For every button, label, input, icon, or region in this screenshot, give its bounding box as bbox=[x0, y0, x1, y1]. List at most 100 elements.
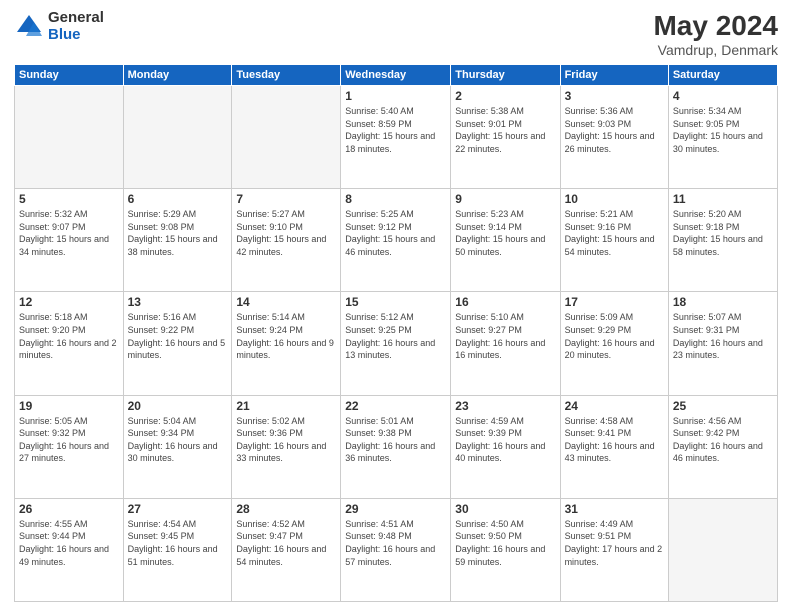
day-number: 29 bbox=[345, 502, 446, 516]
day-number: 23 bbox=[455, 399, 555, 413]
calendar-cell: 16 Sunrise: 5:10 AM Sunset: 9:27 PM Dayli… bbox=[451, 292, 560, 395]
calendar-cell: 1 Sunrise: 5:40 AM Sunset: 8:59 PM Daylig… bbox=[341, 86, 451, 189]
day-number: 27 bbox=[128, 502, 228, 516]
day-info: Sunrise: 5:14 AM Sunset: 9:24 PM Dayligh… bbox=[236, 311, 336, 361]
calendar-cell bbox=[232, 86, 341, 189]
calendar-cell: 12Sunrise: 5:18 AM Sunset: 9:20 PM Dayli… bbox=[15, 292, 124, 395]
day-number: 3 bbox=[565, 89, 664, 103]
calendar-cell bbox=[668, 498, 777, 601]
calendar: Sunday Monday Tuesday Wednesday Thursday… bbox=[14, 64, 778, 602]
col-thursday: Thursday bbox=[451, 65, 560, 86]
calendar-cell: 6 Sunrise: 5:29 AM Sunset: 9:08 PM Daylig… bbox=[123, 189, 232, 292]
calendar-cell: 26 Sunrise: 4:55 AM Sunset: 9:44 PM Dayli… bbox=[15, 498, 124, 601]
day-number: 1 bbox=[345, 89, 446, 103]
day-number: 17 bbox=[565, 295, 664, 309]
calendar-cell: 15Sunrise: 5:12 AM Sunset: 9:25 PM Dayli… bbox=[341, 292, 451, 395]
day-info: Sunrise: 5:40 AM Sunset: 8:59 PM Dayligh… bbox=[345, 105, 446, 155]
calendar-cell: 9Sunrise: 5:23 AM Sunset: 9:14 PM Daylig… bbox=[451, 189, 560, 292]
logo-blue: Blue bbox=[48, 27, 104, 44]
day-info: Sunrise: 4:52 AM Sunset: 9:47 PM Dayligh… bbox=[236, 518, 336, 568]
day-number: 14 bbox=[236, 295, 336, 309]
calendar-cell: 27 Sunrise: 4:54 AM Sunset: 9:45 PM Dayli… bbox=[123, 498, 232, 601]
calendar-cell bbox=[15, 86, 124, 189]
logo-text: General Blue bbox=[48, 10, 104, 43]
calendar-cell: 23 Sunrise: 4:59 AM Sunset: 9:39 PM Dayli… bbox=[451, 395, 560, 498]
calendar-cell: 22 Sunrise: 5:01 AM Sunset: 9:38 PM Dayli… bbox=[341, 395, 451, 498]
day-number: 30 bbox=[455, 502, 555, 516]
day-number: 9 bbox=[455, 192, 555, 206]
calendar-cell: 7Sunrise: 5:27 AM Sunset: 9:10 PM Daylig… bbox=[232, 189, 341, 292]
day-number: 22 bbox=[345, 399, 446, 413]
day-info: Sunrise: 4:59 AM Sunset: 9:39 PM Dayligh… bbox=[455, 415, 555, 465]
day-info: Sunrise: 4:51 AM Sunset: 9:48 PM Dayligh… bbox=[345, 518, 446, 568]
day-info: Sunrise: 5:01 AM Sunset: 9:38 PM Dayligh… bbox=[345, 415, 446, 465]
day-info: Sunrise: 4:56 AM Sunset: 9:42 PM Dayligh… bbox=[673, 415, 773, 465]
calendar-cell: 13 Sunrise: 5:16 AM Sunset: 9:22 PM Dayli… bbox=[123, 292, 232, 395]
col-monday: Monday bbox=[123, 65, 232, 86]
main-title: May 2024 bbox=[653, 10, 778, 42]
day-number: 2 bbox=[455, 89, 555, 103]
day-number: 31 bbox=[565, 502, 664, 516]
day-info: Sunrise: 5:16 AM Sunset: 9:22 PM Dayligh… bbox=[128, 311, 228, 361]
day-number: 12 bbox=[19, 295, 119, 309]
calendar-cell: 2Sunrise: 5:38 AM Sunset: 9:01 PM Daylig… bbox=[451, 86, 560, 189]
day-number: 5 bbox=[19, 192, 119, 206]
title-block: May 2024 Vamdrup, Denmark bbox=[653, 10, 778, 58]
day-info: Sunrise: 5:34 AM Sunset: 9:05 PM Dayligh… bbox=[673, 105, 773, 155]
calendar-cell: 24 Sunrise: 4:58 AM Sunset: 9:41 PM Dayli… bbox=[560, 395, 668, 498]
logo-general: General bbox=[48, 10, 104, 27]
week-row-4: 26 Sunrise: 4:55 AM Sunset: 9:44 PM Dayli… bbox=[15, 498, 778, 601]
calendar-cell: 8 Sunrise: 5:25 AM Sunset: 9:12 PM Daylig… bbox=[341, 189, 451, 292]
day-number: 24 bbox=[565, 399, 664, 413]
day-number: 16 bbox=[455, 295, 555, 309]
header: General Blue May 2024 Vamdrup, Denmark bbox=[14, 10, 778, 58]
day-number: 18 bbox=[673, 295, 773, 309]
calendar-cell: 3 Sunrise: 5:36 AM Sunset: 9:03 PM Daylig… bbox=[560, 86, 668, 189]
day-number: 4 bbox=[673, 89, 773, 103]
logo: General Blue bbox=[14, 10, 104, 43]
calendar-cell: 28 Sunrise: 4:52 AM Sunset: 9:47 PM Dayli… bbox=[232, 498, 341, 601]
day-info: Sunrise: 4:58 AM Sunset: 9:41 PM Dayligh… bbox=[565, 415, 664, 465]
calendar-cell: 21Sunrise: 5:02 AM Sunset: 9:36 PM Dayli… bbox=[232, 395, 341, 498]
day-info: Sunrise: 5:10 AM Sunset: 9:27 PM Dayligh… bbox=[455, 311, 555, 361]
day-info: Sunrise: 5:20 AM Sunset: 9:18 PM Dayligh… bbox=[673, 208, 773, 258]
day-info: Sunrise: 5:09 AM Sunset: 9:29 PM Dayligh… bbox=[565, 311, 664, 361]
day-number: 20 bbox=[128, 399, 228, 413]
subtitle: Vamdrup, Denmark bbox=[653, 42, 778, 58]
day-info: Sunrise: 5:21 AM Sunset: 9:16 PM Dayligh… bbox=[565, 208, 664, 258]
day-number: 19 bbox=[19, 399, 119, 413]
day-number: 28 bbox=[236, 502, 336, 516]
calendar-cell: 20 Sunrise: 5:04 AM Sunset: 9:34 PM Dayli… bbox=[123, 395, 232, 498]
day-info: Sunrise: 4:54 AM Sunset: 9:45 PM Dayligh… bbox=[128, 518, 228, 568]
calendar-cell: 17 Sunrise: 5:09 AM Sunset: 9:29 PM Dayli… bbox=[560, 292, 668, 395]
day-info: Sunrise: 4:55 AM Sunset: 9:44 PM Dayligh… bbox=[19, 518, 119, 568]
week-row-1: 5 Sunrise: 5:32 AM Sunset: 9:07 PM Daylig… bbox=[15, 189, 778, 292]
day-info: Sunrise: 4:49 AM Sunset: 9:51 PM Dayligh… bbox=[565, 518, 664, 568]
calendar-cell: 29 Sunrise: 4:51 AM Sunset: 9:48 PM Dayli… bbox=[341, 498, 451, 601]
calendar-cell: 5 Sunrise: 5:32 AM Sunset: 9:07 PM Daylig… bbox=[15, 189, 124, 292]
day-number: 26 bbox=[19, 502, 119, 516]
calendar-cell: 31 Sunrise: 4:49 AM Sunset: 9:51 PM Dayli… bbox=[560, 498, 668, 601]
week-row-3: 19Sunrise: 5:05 AM Sunset: 9:32 PM Dayli… bbox=[15, 395, 778, 498]
calendar-cell: 25Sunrise: 4:56 AM Sunset: 9:42 PM Dayli… bbox=[668, 395, 777, 498]
col-tuesday: Tuesday bbox=[232, 65, 341, 86]
logo-icon bbox=[14, 12, 44, 42]
calendar-cell: 11Sunrise: 5:20 AM Sunset: 9:18 PM Dayli… bbox=[668, 189, 777, 292]
week-row-2: 12Sunrise: 5:18 AM Sunset: 9:20 PM Dayli… bbox=[15, 292, 778, 395]
day-info: Sunrise: 5:36 AM Sunset: 9:03 PM Dayligh… bbox=[565, 105, 664, 155]
day-info: Sunrise: 5:25 AM Sunset: 9:12 PM Dayligh… bbox=[345, 208, 446, 258]
calendar-cell: 4 Sunrise: 5:34 AM Sunset: 9:05 PM Daylig… bbox=[668, 86, 777, 189]
day-info: Sunrise: 5:04 AM Sunset: 9:34 PM Dayligh… bbox=[128, 415, 228, 465]
col-wednesday: Wednesday bbox=[341, 65, 451, 86]
day-info: Sunrise: 5:29 AM Sunset: 9:08 PM Dayligh… bbox=[128, 208, 228, 258]
calendar-cell: 30Sunrise: 4:50 AM Sunset: 9:50 PM Dayli… bbox=[451, 498, 560, 601]
day-number: 21 bbox=[236, 399, 336, 413]
day-number: 13 bbox=[128, 295, 228, 309]
day-number: 8 bbox=[345, 192, 446, 206]
day-number: 10 bbox=[565, 192, 664, 206]
calendar-cell: 10 Sunrise: 5:21 AM Sunset: 9:16 PM Dayli… bbox=[560, 189, 668, 292]
col-sunday: Sunday bbox=[15, 65, 124, 86]
day-info: Sunrise: 5:32 AM Sunset: 9:07 PM Dayligh… bbox=[19, 208, 119, 258]
day-number: 6 bbox=[128, 192, 228, 206]
day-number: 7 bbox=[236, 192, 336, 206]
